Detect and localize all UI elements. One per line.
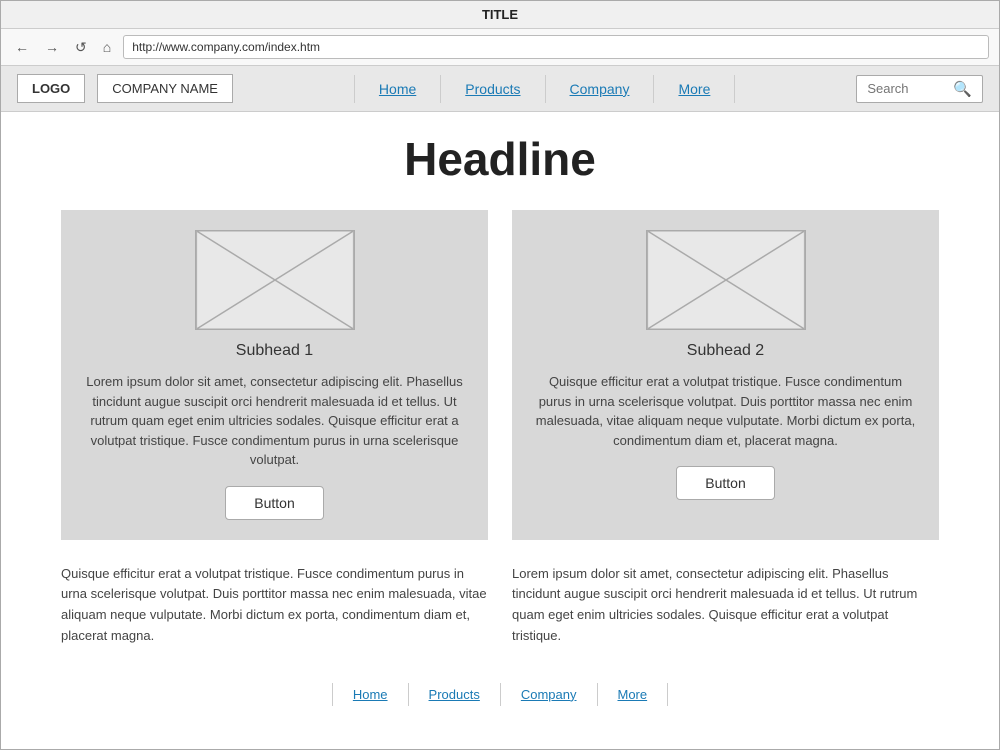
forward-button[interactable]: →	[41, 37, 63, 57]
card-2-button[interactable]: Button	[676, 466, 774, 500]
search-input[interactable]	[867, 81, 947, 96]
main-nav: Home Products Company More	[245, 75, 844, 103]
home-button[interactable]: ⌂	[99, 37, 115, 57]
card-2-subhead: Subhead 2	[687, 342, 764, 360]
back-button[interactable]: ←	[11, 37, 33, 57]
footer-nav-more[interactable]: More	[598, 683, 669, 706]
title-bar: TITLE	[1, 1, 999, 29]
page-headline: Headline	[61, 132, 939, 186]
footer-nav-products[interactable]: Products	[409, 683, 501, 706]
footer-nav-company[interactable]: Company	[501, 683, 598, 706]
site-header: LOGO COMPANY NAME Home Products Company …	[1, 66, 999, 112]
footer-nav: Home Products Company More	[61, 671, 939, 714]
page-title: TITLE	[482, 7, 518, 22]
nav-item-company[interactable]: Company	[546, 75, 655, 103]
nav-item-home[interactable]: Home	[354, 75, 441, 103]
bottom-text-1: Quisque efficitur erat a volutpat tristi…	[61, 564, 488, 647]
card-1-button[interactable]: Button	[225, 486, 323, 520]
footer-nav-home[interactable]: Home	[332, 683, 409, 706]
nav-item-more[interactable]: More	[654, 75, 735, 103]
card-1-text: Lorem ipsum dolor sit amet, consectetur …	[81, 372, 468, 470]
card-1-image	[195, 230, 355, 330]
card-2-image	[646, 230, 806, 330]
card-1-subhead: Subhead 1	[236, 342, 313, 360]
address-bar: ← → ↺ ⌂	[1, 29, 999, 66]
page-content: Headline Subhead 1 Lorem ipsum dolor sit…	[1, 112, 999, 749]
address-input[interactable]	[123, 35, 989, 59]
card-2: Subhead 2 Quisque efficitur erat a volut…	[512, 210, 939, 540]
card-1: Subhead 1 Lorem ipsum dolor sit amet, co…	[61, 210, 488, 540]
search-icon[interactable]: 🔍	[953, 80, 972, 98]
browser-window: TITLE ← → ↺ ⌂ LOGO COMPANY NAME Home Pro…	[0, 0, 1000, 750]
search-box: 🔍	[856, 75, 983, 103]
refresh-button[interactable]: ↺	[71, 37, 91, 58]
cards-row: Subhead 1 Lorem ipsum dolor sit amet, co…	[61, 210, 939, 540]
nav-item-products[interactable]: Products	[441, 75, 545, 103]
bottom-text-row: Quisque efficitur erat a volutpat tristi…	[61, 564, 939, 647]
logo: LOGO	[17, 74, 85, 103]
card-2-text: Quisque efficitur erat a volutpat tristi…	[532, 372, 919, 450]
company-name: COMPANY NAME	[97, 74, 233, 103]
bottom-text-2: Lorem ipsum dolor sit amet, consectetur …	[512, 564, 939, 647]
